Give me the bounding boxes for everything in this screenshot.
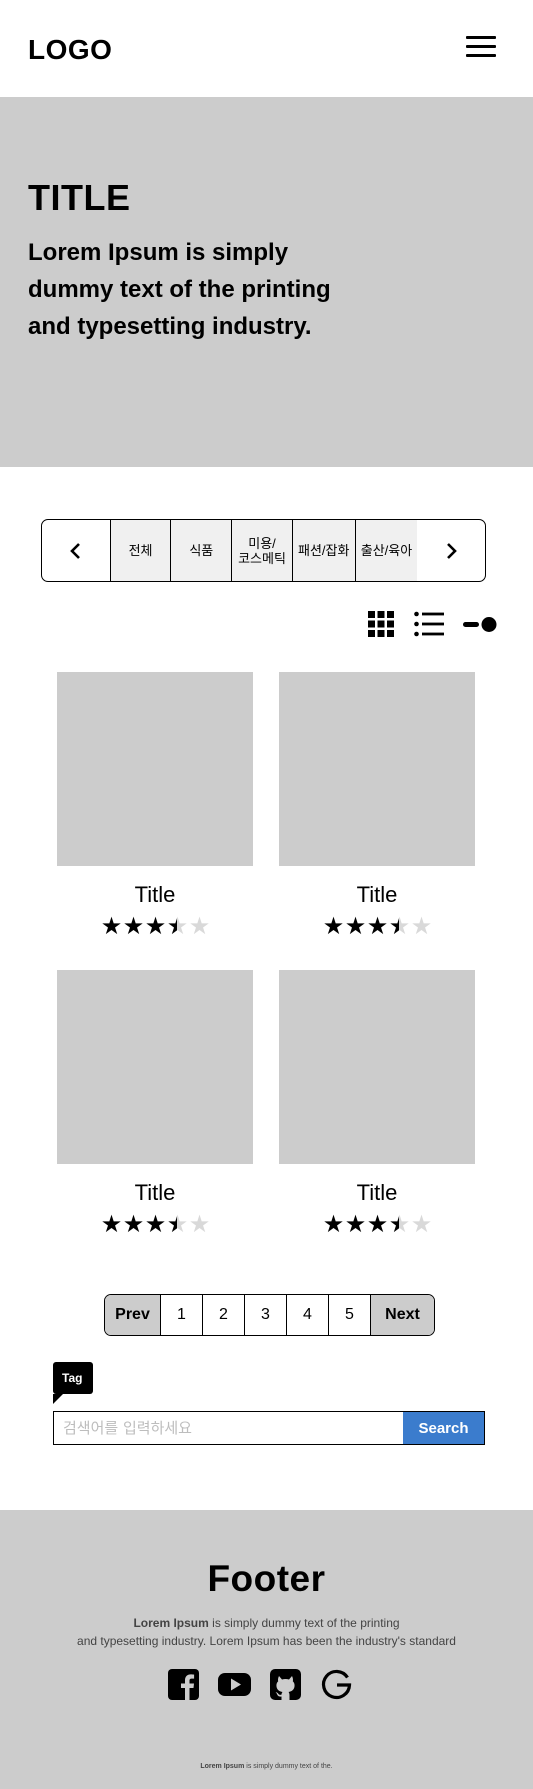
grid-view-icon[interactable] bbox=[368, 611, 394, 637]
star-icon: ★ bbox=[122, 1211, 145, 1238]
footer-small-text: Lorem Ipsum is simply dummy text of the. bbox=[0, 1763, 533, 1770]
rating-stars: ★★★★★ bbox=[57, 912, 253, 942]
social-links bbox=[167, 1668, 353, 1701]
hero-text: Lorem Ipsum is simply dummy text of the … bbox=[28, 239, 331, 340]
category-tab-food[interactable]: 식품 bbox=[170, 520, 232, 581]
star-icon: ★ bbox=[322, 1211, 345, 1238]
page-button-5[interactable]: 5 bbox=[328, 1295, 370, 1335]
product-card[interactable]: Title ★★★★★ bbox=[57, 672, 253, 942]
footer-small-rest: is simply dummy text of the. bbox=[244, 1763, 333, 1770]
star-icon: ★ bbox=[322, 913, 345, 940]
star-icon: ★ bbox=[122, 913, 145, 940]
page-button-3[interactable]: 3 bbox=[244, 1295, 286, 1335]
footer-text-line2: and typesetting industry. Lorem Ipsum ha… bbox=[77, 1634, 456, 1648]
github-icon[interactable] bbox=[269, 1668, 302, 1701]
star-empty-icon: ★ bbox=[188, 913, 211, 940]
product-card[interactable]: Title ★★★★★ bbox=[57, 970, 253, 1240]
search-input[interactable] bbox=[54, 1412, 403, 1444]
page-button-1[interactable]: 1 bbox=[160, 1295, 202, 1335]
facebook-icon[interactable] bbox=[167, 1668, 200, 1701]
star-half-icon: ★ bbox=[388, 1211, 411, 1238]
chevron-left-icon bbox=[70, 542, 80, 559]
youtube-icon[interactable] bbox=[218, 1668, 251, 1701]
star-empty-icon: ★ bbox=[410, 913, 433, 940]
hero-title: TITLE bbox=[28, 177, 131, 218]
tag-badge[interactable]: Tag bbox=[53, 1362, 94, 1404]
search-button[interactable]: Search bbox=[403, 1412, 484, 1444]
star-empty-icon: ★ bbox=[410, 1211, 433, 1238]
star-half-icon: ★ bbox=[388, 913, 411, 940]
product-title: Title bbox=[356, 882, 398, 907]
logo[interactable]: LOGO bbox=[28, 34, 112, 66]
star-icon: ★ bbox=[144, 1211, 167, 1238]
product-title: Title bbox=[356, 1180, 398, 1205]
product-title: Title bbox=[134, 1180, 176, 1205]
category-tab-all[interactable]: 전체 bbox=[109, 520, 171, 581]
footer: Footer Lorem Ipsum is simply dummy text … bbox=[0, 1510, 533, 1789]
page: LOGO TITLE Lorem Ipsum is simply dummy t… bbox=[0, 0, 533, 1789]
footer-text: Lorem Ipsum is simply dummy text of the … bbox=[0, 1614, 533, 1650]
product-image bbox=[279, 970, 475, 1164]
rating-stars: ★★★★★ bbox=[279, 1210, 475, 1240]
page-button-4[interactable]: 4 bbox=[286, 1295, 328, 1335]
footer-text-bold: Lorem Ipsum bbox=[133, 1616, 209, 1630]
category-tab-fashion[interactable]: 패션/잡화 bbox=[291, 520, 355, 581]
search-bar: Search bbox=[53, 1411, 485, 1445]
pagination: Prev 1 2 3 4 5 Next bbox=[104, 1294, 435, 1336]
footer-title: Footer bbox=[207, 1558, 326, 1599]
product-image bbox=[279, 672, 475, 866]
footer-small-bold: Lorem Ipsum bbox=[200, 1763, 245, 1770]
star-icon: ★ bbox=[144, 913, 167, 940]
star-icon: ★ bbox=[100, 1211, 123, 1238]
product-card[interactable]: Title ★★★★★ bbox=[279, 672, 475, 942]
star-icon: ★ bbox=[366, 1211, 389, 1238]
product-title: Title bbox=[134, 882, 176, 907]
prev-page-button[interactable]: Prev bbox=[105, 1295, 160, 1335]
hamburger-menu-icon[interactable] bbox=[466, 36, 496, 60]
chevron-right-icon bbox=[447, 542, 458, 559]
category-tab-baby[interactable]: 출산/육아 bbox=[354, 520, 418, 581]
star-empty-icon: ★ bbox=[188, 1211, 211, 1238]
star-icon: ★ bbox=[366, 913, 389, 940]
product-image bbox=[57, 672, 253, 866]
star-icon: ★ bbox=[344, 913, 367, 940]
rating-stars: ★★★★★ bbox=[57, 1210, 253, 1240]
star-half-icon: ★ bbox=[166, 1211, 189, 1238]
category-tab-beauty[interactable]: 미용/ 코스메틱 bbox=[231, 520, 292, 581]
category-prev-button[interactable] bbox=[42, 520, 110, 581]
category-tabs: 전체 식품 미용/ 코스메틱 패션/잡화 출산/육아 bbox=[41, 519, 486, 582]
hero-banner: TITLE Lorem Ipsum is simply dummy text o… bbox=[0, 97, 533, 467]
header: LOGO bbox=[0, 0, 533, 97]
next-page-button[interactable]: Next bbox=[370, 1295, 434, 1335]
product-card[interactable]: Title ★★★★★ bbox=[279, 970, 475, 1240]
category-next-button[interactable] bbox=[417, 520, 485, 581]
rating-stars: ★★★★★ bbox=[279, 912, 475, 942]
list-view-icon[interactable] bbox=[414, 611, 444, 637]
star-icon: ★ bbox=[344, 1211, 367, 1238]
footer-text-line1: is simply dummy text of the printing bbox=[208, 1616, 400, 1630]
slider-view-icon[interactable] bbox=[463, 614, 497, 634]
product-image bbox=[57, 970, 253, 1164]
star-icon: ★ bbox=[100, 913, 123, 940]
star-half-icon: ★ bbox=[166, 913, 189, 940]
page-button-2[interactable]: 2 bbox=[202, 1295, 244, 1335]
google-icon[interactable] bbox=[320, 1668, 353, 1701]
